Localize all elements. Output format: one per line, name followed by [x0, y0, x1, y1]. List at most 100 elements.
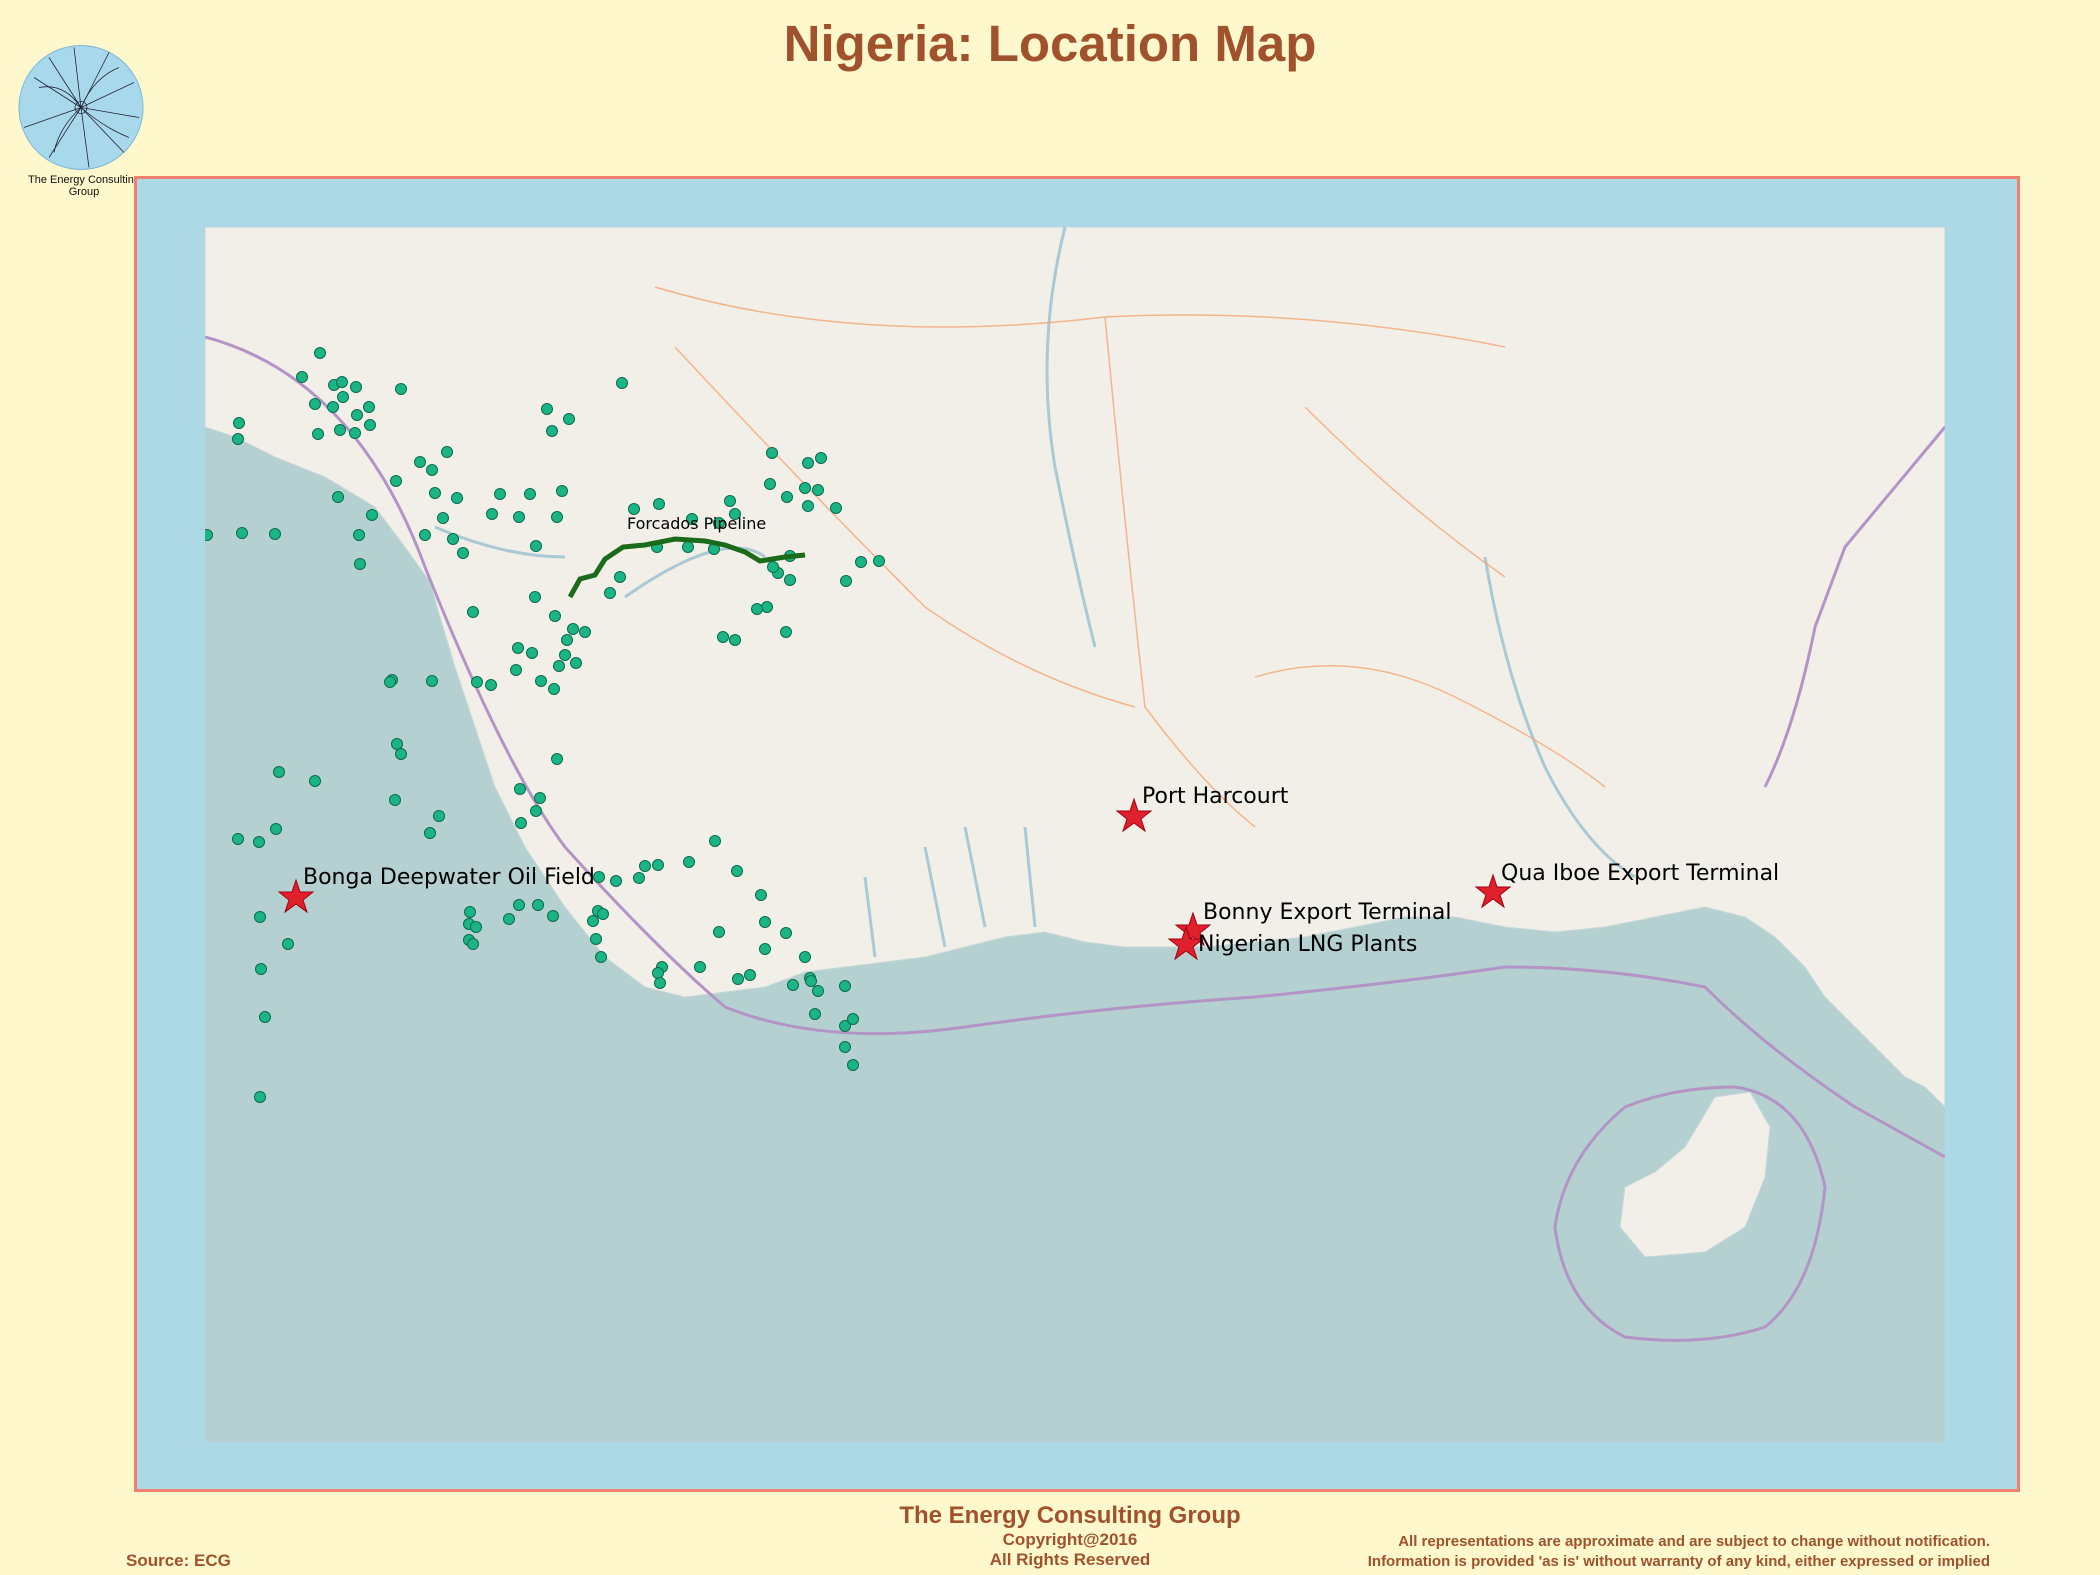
oil-well-dot-icon [840, 575, 852, 587]
oil-well-dot-icon [494, 488, 506, 500]
oil-well-dot-icon [764, 478, 776, 490]
oil-well-dot-icon [799, 482, 811, 494]
oil-well-dot-icon [787, 979, 799, 991]
oil-well-dot-icon [559, 649, 571, 661]
oil-well-dot-icon [395, 748, 407, 760]
oil-well-dot-icon [799, 951, 811, 963]
oil-well-dot-icon [873, 555, 885, 567]
oil-well-dot-icon [847, 1059, 859, 1071]
oil-well-dot-icon [514, 783, 526, 795]
oil-well-dot-icon [567, 623, 579, 635]
oil-well-dot-icon [610, 875, 622, 887]
oil-well-dot-icon [551, 511, 563, 523]
oil-well-dot-icon [232, 433, 244, 445]
oil-well-dot-icon [426, 464, 438, 476]
oil-well-dot-icon [744, 969, 756, 981]
oil-well-dot-icon [839, 1041, 851, 1053]
oil-well-dot-icon [354, 558, 366, 570]
oil-well-dot-icon [233, 417, 245, 429]
oil-well-dot-icon [809, 1008, 821, 1020]
marker-nigerian-lng[interactable]: Nigerian LNG Plants [1167, 925, 1417, 961]
oil-well-dot-icon [604, 587, 616, 599]
oil-well-dot-icon [614, 571, 626, 583]
oil-well-dot-icon [312, 428, 324, 440]
oil-well-dot-icon [548, 683, 560, 695]
oil-well-dot-icon [471, 676, 483, 688]
oil-well-dot-icon [780, 927, 792, 939]
oil-well-dot-icon [273, 766, 285, 778]
oil-well-dot-icon [530, 540, 542, 552]
oil-well-dot-icon [451, 492, 463, 504]
oil-well-dot-icon [337, 391, 349, 403]
oil-well-dot-icon [426, 675, 438, 687]
oil-well-dot-icon [366, 509, 378, 521]
oil-well-dot-icon [597, 908, 609, 920]
oil-well-dot-icon [839, 980, 851, 992]
oil-well-dot-icon [731, 865, 743, 877]
oil-well-dot-icon [327, 401, 339, 413]
logo-caption: The Energy Consulting Group [28, 174, 140, 198]
oil-well-dot-icon [524, 488, 536, 500]
oil-well-dot-icon [755, 889, 767, 901]
disclaimer-line-2: Information is provided 'as is' without … [1367, 1553, 1990, 1570]
oil-well-dot-icon [205, 529, 213, 541]
oil-well-dot-icon [351, 409, 363, 421]
oil-well-dot-icon [467, 938, 479, 950]
oil-well-dot-icon [486, 508, 498, 520]
oil-well-dot-icon [547, 910, 559, 922]
oil-well-dot-icon [579, 626, 591, 638]
oil-well-dot-icon [593, 871, 605, 883]
oil-well-dot-icon [309, 775, 321, 787]
page-title: Nigeria: Location Map [783, 15, 1317, 72]
disclaimer-line-1: All representations are approximate and … [1398, 1533, 1990, 1550]
oil-well-dot-icon [529, 591, 541, 603]
oil-well-dot-icon [391, 738, 403, 750]
oil-well-dot-icon [296, 371, 308, 383]
oil-well-dot-icon [780, 626, 792, 638]
oil-well-dot-icon [652, 967, 664, 979]
oil-well-dot-icon [390, 475, 402, 487]
oil-well-dot-icon [709, 835, 721, 847]
oil-well-dot-icon [541, 403, 553, 415]
marker-label-nigerian-lng: Nigerian LNG Plants [1198, 932, 1417, 957]
oil-well-dot-icon [470, 921, 482, 933]
location-map: Forcados Pipeline Port Harcourt Bonga De… [205, 227, 1945, 1442]
oil-well-dot-icon [628, 503, 640, 515]
oil-well-dot-icon [767, 561, 779, 573]
oil-well-dot-icon [812, 985, 824, 997]
oil-well-dot-icon [595, 951, 607, 963]
oil-well-dot-icon [364, 419, 376, 431]
oil-well-dot-icon [441, 446, 453, 458]
oil-well-dot-icon [395, 383, 407, 395]
oil-well-dot-icon [590, 933, 602, 945]
oil-well-dot-icon [561, 634, 573, 646]
oil-well-dot-icon [724, 495, 736, 507]
marker-label-qua-iboe: Qua Iboe Export Terminal [1501, 861, 1779, 886]
oil-well-dot-icon [694, 961, 706, 973]
footer-disclaimer: All representations are approximate and … [1368, 1532, 1990, 1572]
oil-well-dot-icon [433, 810, 445, 822]
marker-label-bonga: Bonga Deepwater Oil Field [303, 865, 595, 890]
oil-well-dot-icon [457, 547, 469, 559]
oil-well-dot-icon [639, 860, 651, 872]
oil-well-dot-icon [332, 491, 344, 503]
oil-well-dot-icon [654, 977, 666, 989]
oil-well-dot-icon [535, 675, 547, 687]
oil-well-dot-icon [534, 792, 546, 804]
oil-well-dot-icon [510, 664, 522, 676]
oil-well-dot-icon [467, 606, 479, 618]
oil-well-dot-icon [751, 603, 763, 615]
oil-well-dot-icon [350, 381, 362, 393]
oil-well-dot-icon [512, 642, 524, 654]
oil-well-dot-icon [437, 512, 449, 524]
oil-well-dot-icon [759, 916, 771, 928]
oil-well-dot-icon [254, 1091, 266, 1103]
oil-well-dot-icon [253, 836, 265, 848]
oil-well-dot-icon [309, 398, 321, 410]
oil-well-dot-icon [254, 911, 266, 923]
oil-well-dot-icon [429, 487, 441, 499]
oil-well-dot-icon [805, 975, 817, 987]
footer-org: The Energy Consulting Group [899, 1502, 1241, 1529]
oil-well-dot-icon [563, 413, 575, 425]
oil-well-dot-icon [414, 456, 426, 468]
